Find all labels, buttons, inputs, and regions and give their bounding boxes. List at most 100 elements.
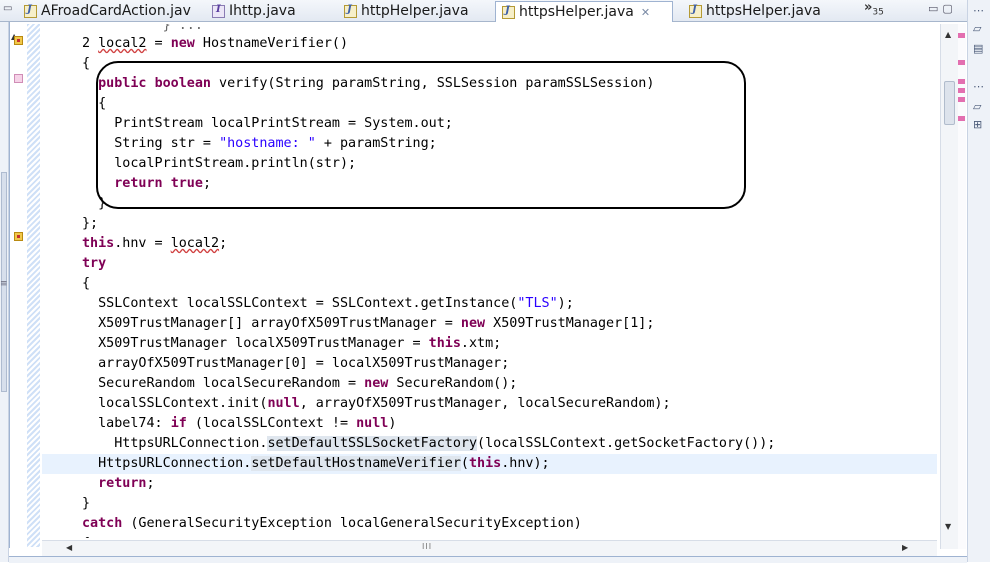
code-line[interactable]: label74: if (localSSLContext != null) [42,414,937,434]
java-file-icon [689,4,702,18]
tab-overflow-button[interactable]: »35 [864,0,884,18]
code-token: .hnv); [501,456,550,471]
code-line[interactable]: }; [42,214,937,234]
tab-ihttp[interactable]: Ihttp.java [206,1,316,21]
code-token: try [82,256,107,271]
code-token: null [356,416,389,431]
code-token: }; [82,216,99,231]
java-file-icon [24,4,37,18]
code-line[interactable]: arrayOfX509TrustManager[0] = localX509Tr… [42,354,937,374]
code-token: if [170,416,187,431]
scroll-right-icon[interactable]: ▶ [902,543,908,552]
code-token: this [428,336,461,351]
outline-view-icon[interactable]: ▤ [973,42,983,55]
close-tab-icon[interactable]: ✕ [641,6,650,19]
scroll-left-icon[interactable]: ◀ [66,543,72,552]
vertical-scrollbar[interactable]: ▲ ▼ [940,24,958,549]
code-line[interactable]: return; [42,474,937,494]
restore-view-icon[interactable]: ▭ [3,3,12,14]
code-line[interactable]: HttpsURLConnection.setDefaultHostnameVer… [42,454,937,474]
code-line[interactable]: X509TrustManager localX509TrustManager =… [42,334,937,354]
tab-label: httpsHelper.java [706,3,821,19]
code-token: ( [460,456,469,471]
horizontal-scroll-grip[interactable]: III [422,542,432,551]
overview-marker[interactable] [958,116,965,121]
pin-icon[interactable]: ▱ [973,100,981,113]
java-file-icon [502,5,515,19]
tab-label: httpsHelper.java [519,4,634,20]
code-token: } [82,496,91,511]
code-token: localSSLContext.init( [82,396,268,411]
code-token: (localSSLContext != [186,416,357,431]
code-token: local2 [98,36,147,51]
code-token: new [460,316,486,331]
tab-afroadcardaction[interactable]: AFroadCardAction.jav [18,1,204,21]
overview-marker[interactable] [958,33,965,38]
code-token: SSLContext localSSLContext = SSLContext.… [82,296,518,311]
ellipsis-icon: ⋯ [973,4,984,17]
code-token: this [468,456,502,471]
code-line[interactable]: 2 local2 = new HostnameVerifier() [42,34,937,54]
java-file-icon [344,4,357,18]
tab-label: httpHelper.java [361,3,469,19]
code-line[interactable]: catch (GeneralSecurityException localGen… [42,514,937,534]
maximize-icon[interactable]: ▢ [942,2,956,15]
code-token: new [170,36,195,51]
code-line[interactable]: HttpsURLConnection.setDefaultSSLSocketFa… [42,434,937,454]
code-line[interactable]: { [42,274,937,294]
code-token: X509TrustManager[] arrayOfX509TrustManag… [82,316,461,331]
folding-marker-icon[interactable] [14,74,23,83]
code-token: label74: [82,416,171,431]
code-line[interactable]: try [42,254,937,274]
code-line[interactable]: localSSLContext.init(null, arrayOfX509Tr… [42,394,937,414]
code-token: = [146,36,171,51]
code-token: .xtm; [460,336,502,351]
code-token: X509TrustManager localX509TrustManager = [82,336,429,351]
horizontal-scrollbar[interactable]: ◀ III ▶ [42,540,937,557]
code-token: { [82,536,90,538]
code-token: local2 [170,236,220,251]
code-token: arrayOfX509TrustManager[0] = localX509Tr… [82,356,510,371]
code-line[interactable]: } [42,494,937,514]
overview-marker[interactable] [958,79,965,84]
ellipsis-icon: ⋯ [973,80,984,93]
tab-httpshelper-active[interactable]: httpsHelper.java ✕ [495,1,673,22]
code-token: (localSSLContext.getSocketFactory()); [477,436,776,451]
overview-marker[interactable] [958,60,965,65]
tab-httpshelper-2[interactable]: httpsHelper.java [683,1,833,21]
overview-marker[interactable] [958,88,965,93]
hidden-tab-count: 35 [872,7,884,18]
tab-httphelper[interactable]: httpHelper.java [338,1,478,21]
tab-label: Ihttp.java [229,3,296,19]
code-token: HttpsURLConnection. [82,436,268,451]
code-token: setDefaultHostnameVerifier [251,456,461,471]
code-token: catch [82,516,123,531]
scroll-down-icon[interactable]: ▼ [945,522,951,531]
code-token: , arrayOfX509TrustManager, localSecureRa… [299,396,671,411]
code-line[interactable]: X509TrustManager[] arrayOfX509TrustManag… [42,314,937,334]
annotation-gutter: ▲ [9,22,27,548]
scroll-up-icon[interactable]: ▲ [945,30,951,39]
vertical-scroll-thumb[interactable] [944,81,955,125]
code-token: .hnv = [114,236,171,251]
warning-marker-icon[interactable] [14,36,23,45]
code-token: HttpsURLConnection. [82,456,252,471]
code-line[interactable]: { [42,534,937,538]
pin-icon[interactable]: ▱ [973,22,981,35]
hierarchy-view-icon[interactable]: ⊞ [973,118,982,131]
left-trim-bar: ≡ [0,22,9,562]
code-token: X509TrustManager[1]; [485,316,655,331]
code-token: { [82,276,91,291]
code-token: HostnameVerifier() [194,36,349,51]
code-line[interactable]: SSLContext localSSLContext = SSLContext.… [42,294,937,314]
java-interface-icon [212,4,225,18]
code-token: setDefaultSSLSocketFactory [267,436,478,451]
code-token: ); [557,296,574,311]
code-token: SecureRandom(); [388,376,518,391]
code-line[interactable]: this.hnv = local2; [42,234,937,254]
minimize-icon[interactable]: ▭ [928,2,942,15]
overview-ruler [958,24,966,549]
warning-marker-icon[interactable] [14,232,23,241]
overview-marker[interactable] [958,97,965,102]
code-line[interactable]: SecureRandom localSecureRandom = new Sec… [42,374,937,394]
